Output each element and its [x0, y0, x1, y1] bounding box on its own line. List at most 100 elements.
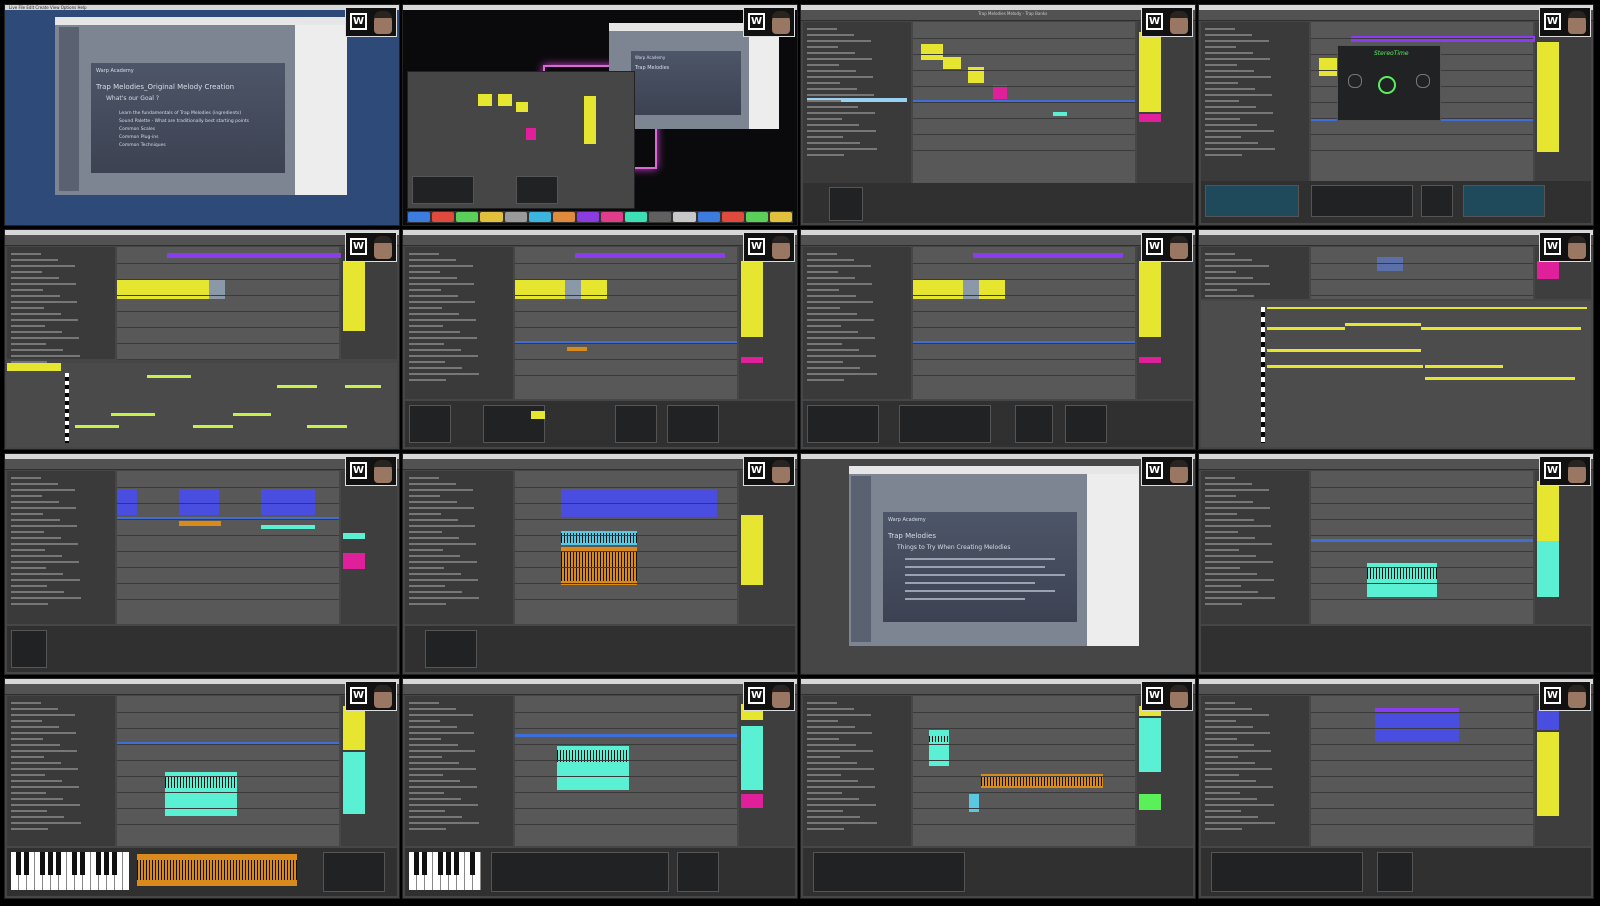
browser-item[interactable]	[807, 136, 843, 138]
browser-item[interactable]	[11, 507, 76, 509]
browser-item[interactable]	[807, 324, 841, 327]
browser-item[interactable]	[1205, 719, 1236, 722]
browser-item[interactable]	[807, 294, 856, 297]
browser-item[interactable]	[11, 567, 46, 569]
transport-bar[interactable]	[403, 459, 797, 470]
browser-item[interactable]	[11, 755, 44, 758]
browser-item[interactable]	[1205, 567, 1240, 569]
clip-violet[interactable]	[167, 252, 347, 258]
browser-item[interactable]	[11, 555, 62, 557]
tile-arrangement-drums[interactable]: W	[800, 677, 1196, 899]
clip-green-session[interactable]	[1139, 793, 1161, 810]
session-mixer[interactable]	[1137, 22, 1193, 209]
transport-bar[interactable]	[801, 683, 1195, 695]
browser-item[interactable]	[807, 40, 871, 42]
session-mixer[interactable]	[1137, 695, 1193, 846]
browser-item[interactable]	[1205, 276, 1253, 279]
clip-cyan-session[interactable]	[1139, 717, 1161, 772]
browser-item[interactable]	[409, 312, 459, 315]
browser-item[interactable]	[409, 519, 458, 521]
clip-orange[interactable]	[179, 521, 221, 526]
browser-item[interactable]	[1205, 46, 1236, 48]
browser-item[interactable]	[409, 603, 446, 605]
browser-item[interactable]	[1205, 258, 1252, 261]
clip-yellow-session[interactable]	[1139, 32, 1161, 112]
clip-blue-session[interactable]	[1537, 709, 1559, 730]
track-blue[interactable]	[515, 733, 737, 737]
browser-item[interactable]	[11, 809, 47, 812]
arrangement-view[interactable]	[117, 471, 339, 624]
browser-item[interactable]	[1205, 821, 1275, 824]
browser-item[interactable]	[1205, 58, 1270, 60]
browser-item[interactable]	[1205, 112, 1273, 114]
browser-item[interactable]	[807, 803, 876, 806]
session-mixer[interactable]	[739, 695, 795, 846]
transport-bar[interactable]	[5, 459, 399, 470]
browser-item[interactable]	[807, 76, 873, 78]
browser-item[interactable]	[1205, 118, 1240, 120]
browser-item[interactable]	[1205, 501, 1253, 503]
browser-item[interactable]	[807, 46, 838, 48]
browser-item[interactable]	[1205, 809, 1241, 812]
browser-item[interactable]	[1205, 477, 1235, 479]
browser-item[interactable]	[1205, 52, 1253, 54]
browser-item[interactable]	[409, 348, 461, 351]
browser-item[interactable]	[1205, 579, 1274, 581]
browser-item[interactable]	[409, 264, 473, 267]
browser-item[interactable]	[11, 591, 64, 593]
browser-item[interactable]	[1205, 779, 1256, 782]
arrangement-view[interactable]	[515, 246, 737, 399]
browser-panel[interactable]	[405, 695, 513, 846]
clip-blue[interactable]	[179, 489, 219, 515]
browser-item[interactable]	[1205, 28, 1235, 30]
presentation-window[interactable]: Warp Academy Trap Melodies Things to Try…	[849, 466, 1139, 646]
browser-item[interactable]	[409, 543, 476, 545]
clip-magenta-session[interactable]	[1139, 114, 1161, 122]
browser-item[interactable]	[807, 124, 859, 126]
browser-item[interactable]	[807, 791, 842, 794]
tile-arrangement-sparse[interactable]: Trap Melodies Melody - Trap Banks W	[800, 4, 1196, 226]
tile-arrangement-devices[interactable]: W	[402, 228, 798, 450]
browser-item[interactable]	[409, 731, 474, 734]
plugin-window[interactable]: StereoTime	[1337, 45, 1441, 121]
browser-item[interactable]	[11, 749, 77, 752]
browser-item[interactable]	[11, 348, 63, 351]
midi-note[interactable]	[1501, 327, 1581, 330]
browser-item[interactable]	[807, 749, 873, 752]
browser-item[interactable]	[807, 366, 860, 369]
browser-item[interactable]	[1205, 64, 1237, 66]
browser-item[interactable]	[1205, 549, 1239, 551]
clip-blue[interactable]	[117, 489, 137, 515]
midi-note[interactable]	[1425, 365, 1503, 368]
browser-item[interactable]	[11, 719, 42, 722]
browser-item[interactable]	[807, 34, 854, 36]
browser-item[interactable]	[11, 767, 78, 770]
clip-yellow-session[interactable]	[1139, 260, 1161, 337]
browser-item[interactable]	[807, 264, 871, 267]
browser-item[interactable]	[11, 797, 63, 800]
browser-item[interactable]	[409, 591, 462, 593]
clip-yellow-session[interactable]	[343, 260, 365, 331]
clip-magenta-session[interactable]	[741, 793, 763, 808]
browser-item[interactable]	[409, 827, 446, 830]
browser-item[interactable]	[1205, 34, 1252, 36]
midi-note[interactable]	[307, 425, 347, 428]
browser-item[interactable]	[807, 252, 837, 255]
browser-item[interactable]	[409, 561, 477, 563]
arrangement-view[interactable]	[515, 695, 737, 846]
detail-view[interactable]	[803, 401, 1193, 447]
browser-item[interactable]	[409, 336, 477, 339]
track-blue[interactable]	[1311, 539, 1533, 542]
browser-item[interactable]	[1205, 761, 1255, 764]
browser-item[interactable]	[807, 154, 844, 156]
browser-item[interactable]	[409, 483, 456, 485]
browser-item[interactable]	[1205, 106, 1256, 108]
power-knob-icon[interactable]	[1378, 76, 1396, 94]
browser-item[interactable]	[1205, 537, 1255, 539]
browser-item[interactable]	[11, 743, 60, 746]
browser-item[interactable]	[11, 543, 78, 545]
browser-item[interactable]	[409, 324, 443, 327]
detail-view[interactable]	[405, 848, 795, 896]
browser-item[interactable]	[11, 318, 78, 321]
browser-item[interactable]	[11, 537, 61, 539]
